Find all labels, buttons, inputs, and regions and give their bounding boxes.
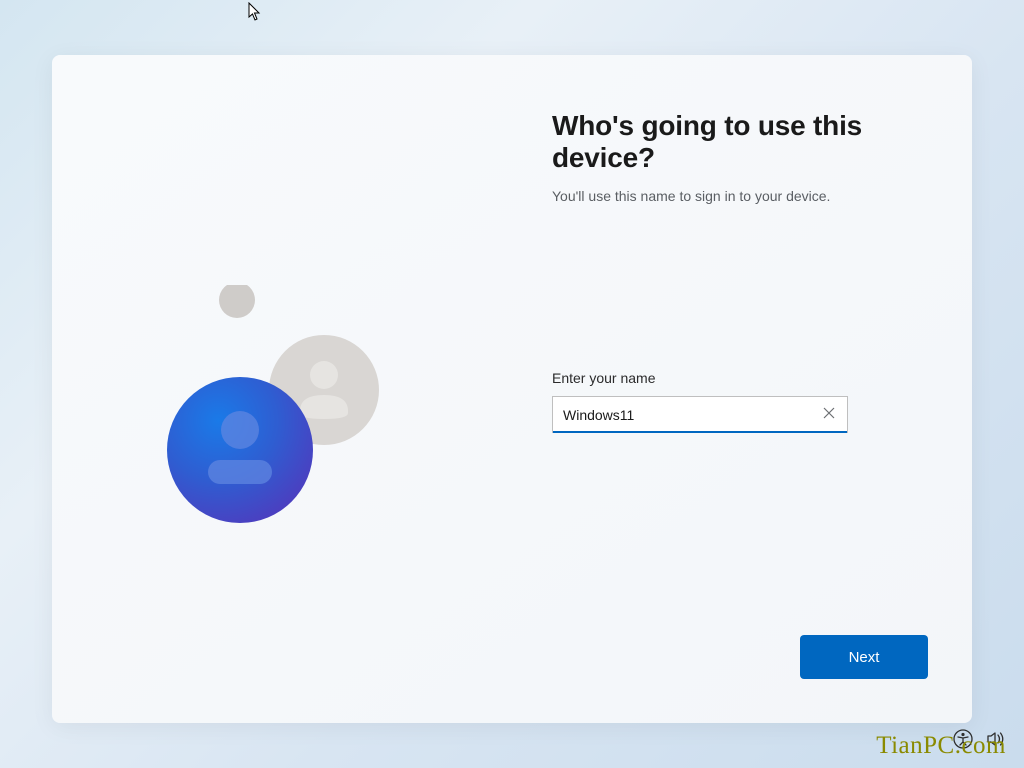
system-tray	[951, 729, 1009, 753]
content-area: Who's going to use this device? You'll u…	[552, 110, 932, 204]
clear-input-button[interactable]	[811, 397, 847, 432]
accessibility-icon	[953, 729, 973, 754]
close-icon	[823, 406, 835, 424]
name-input-wrapper	[552, 396, 848, 433]
accessibility-button[interactable]	[951, 729, 975, 753]
setup-heading: Who's going to use this device?	[552, 110, 932, 174]
mouse-cursor-icon	[248, 2, 264, 27]
name-field-label: Enter your name	[552, 370, 848, 386]
volume-button[interactable]	[985, 729, 1009, 753]
name-input[interactable]	[553, 397, 811, 432]
user-accounts-illustration	[132, 285, 472, 585]
setup-subheading: You'll use this name to sign in to your …	[552, 188, 932, 204]
name-field-block: Enter your name	[552, 370, 848, 433]
next-button[interactable]: Next	[800, 635, 928, 679]
speaker-icon	[986, 729, 1008, 754]
setup-panel: Who's going to use this device? You'll u…	[52, 55, 972, 723]
